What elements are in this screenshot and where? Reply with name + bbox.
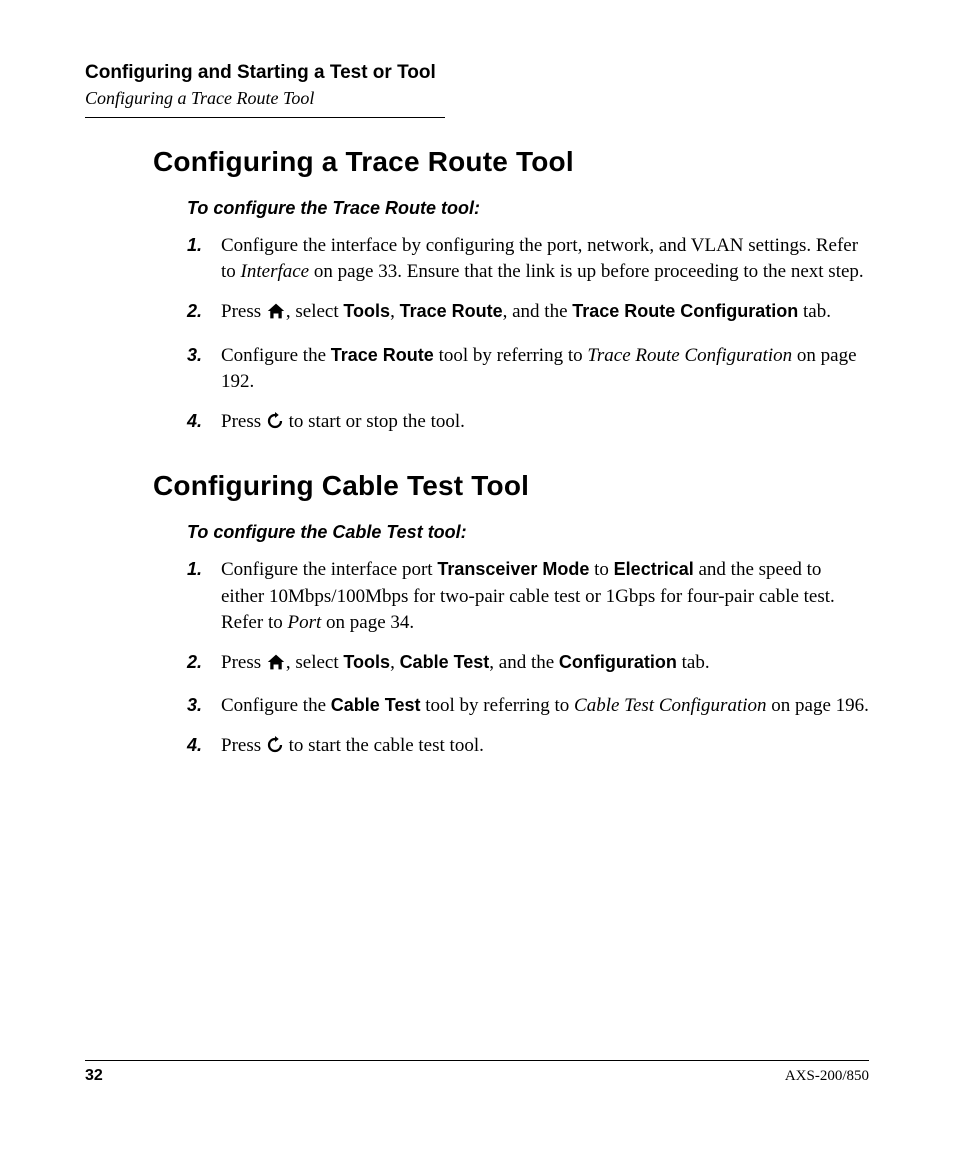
section-heading-cable-test: Configuring Cable Test Tool bbox=[153, 470, 869, 502]
list-item: 4. Press to start the cable test tool. bbox=[187, 733, 869, 762]
field-transceiver-mode: Transceiver Mode bbox=[437, 559, 589, 579]
step-text: on page 33. Ensure that the link is up b… bbox=[309, 261, 864, 282]
tab-trace-route-config: Trace Route Configuration bbox=[572, 301, 798, 321]
step-number: 1. bbox=[187, 557, 202, 582]
step-text: , and the bbox=[503, 301, 573, 322]
menu-tools: Tools bbox=[343, 652, 390, 672]
list-item: 4. Press to start or stop the tool. bbox=[187, 409, 869, 438]
step-number: 2. bbox=[187, 650, 202, 675]
menu-cable-test: Cable Test bbox=[400, 652, 490, 672]
step-number: 3. bbox=[187, 343, 202, 368]
step-text: Press bbox=[221, 652, 266, 673]
tool-cable-test: Cable Test bbox=[331, 695, 421, 715]
step-text: , and the bbox=[489, 652, 559, 673]
step-text: Configure the bbox=[221, 695, 331, 716]
step-number: 4. bbox=[187, 409, 202, 434]
step-text: Press bbox=[221, 301, 266, 322]
list-item: 1. Configure the interface port Transcei… bbox=[187, 557, 869, 636]
step-text: tab. bbox=[798, 301, 831, 322]
step-text: tool by referring to bbox=[420, 695, 574, 716]
header-rule bbox=[85, 117, 445, 118]
step-text: Configure the interface port bbox=[221, 559, 437, 580]
list-item: 3. Configure the Cable Test tool by refe… bbox=[187, 693, 869, 719]
home-icon bbox=[266, 653, 286, 679]
tab-configuration: Configuration bbox=[559, 652, 677, 672]
step-text: , bbox=[390, 301, 400, 322]
step-text: to start or stop the tool. bbox=[284, 411, 465, 432]
step-text: , select bbox=[286, 652, 344, 673]
steps-cable-test: 1. Configure the interface port Transcei… bbox=[187, 557, 869, 762]
ref-port: Port bbox=[287, 612, 321, 633]
steps-trace-route: 1. Configure the interface by configurin… bbox=[187, 233, 869, 438]
step-number: 3. bbox=[187, 693, 202, 718]
menu-trace-route: Trace Route bbox=[400, 301, 503, 321]
list-item: 2. Press , select Tools, Cable Test, and… bbox=[187, 650, 869, 679]
step-number: 4. bbox=[187, 733, 202, 758]
step-text: tab. bbox=[677, 652, 710, 673]
step-text: Press bbox=[221, 411, 266, 432]
product-model: AXS-200/850 bbox=[785, 1068, 869, 1085]
ref-interface: Interface bbox=[241, 261, 310, 282]
home-icon bbox=[266, 302, 286, 328]
refresh-icon bbox=[266, 736, 284, 762]
step-text: Configure the bbox=[221, 345, 331, 366]
menu-tools: Tools bbox=[343, 301, 390, 321]
page-number: 32 bbox=[85, 1067, 103, 1085]
list-item: 2. Press , select Tools, Trace Route, an… bbox=[187, 299, 869, 328]
step-text: , select bbox=[286, 301, 344, 322]
step-number: 2. bbox=[187, 299, 202, 324]
refresh-icon bbox=[266, 412, 284, 438]
list-item: 3. Configure the Trace Route tool by ref… bbox=[187, 343, 869, 395]
section-heading-trace-route: Configuring a Trace Route Tool bbox=[153, 146, 869, 178]
step-text: to start the cable test tool. bbox=[284, 735, 484, 756]
intro-trace-route: To configure the Trace Route tool: bbox=[187, 198, 869, 219]
page-footer: 32 AXS-200/850 bbox=[85, 1060, 869, 1085]
ref-trace-route-config: Trace Route Configuration bbox=[587, 345, 792, 366]
page: Configuring and Starting a Test or Tool … bbox=[0, 0, 954, 1159]
tool-trace-route: Trace Route bbox=[331, 345, 434, 365]
step-text: Press bbox=[221, 735, 266, 756]
step-text: , bbox=[390, 652, 400, 673]
intro-cable-test: To configure the Cable Test tool: bbox=[187, 522, 869, 543]
chapter-subtitle: Configuring a Trace Route Tool bbox=[85, 88, 869, 109]
value-electrical: Electrical bbox=[614, 559, 694, 579]
list-item: 1. Configure the interface by configurin… bbox=[187, 233, 869, 285]
step-text: to bbox=[589, 559, 613, 580]
ref-cable-test-config: Cable Test Configuration bbox=[574, 695, 767, 716]
chapter-title: Configuring and Starting a Test or Tool bbox=[85, 62, 869, 84]
step-text: on page 34. bbox=[321, 612, 414, 633]
step-text: tool by referring to bbox=[434, 345, 588, 366]
step-number: 1. bbox=[187, 233, 202, 258]
step-text: on page 196. bbox=[767, 695, 869, 716]
